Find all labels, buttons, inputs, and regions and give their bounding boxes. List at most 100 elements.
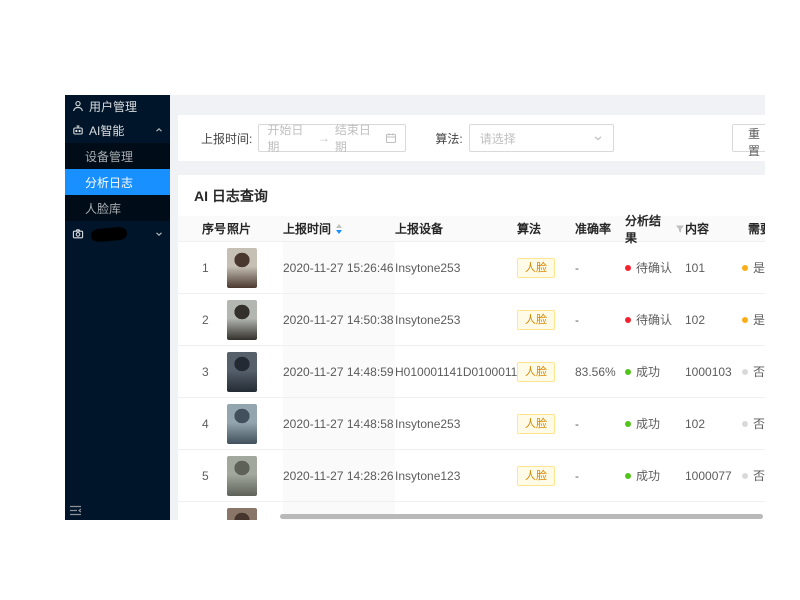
filter-funnel-icon[interactable]: [675, 224, 685, 234]
redacted-label: [90, 225, 128, 243]
face-photo[interactable]: [227, 455, 257, 496]
sort-icons[interactable]: [336, 223, 343, 234]
algorithm-tag: 人脸: [517, 257, 555, 278]
face-photo[interactable]: [227, 403, 257, 444]
table-row[interactable]: 3 2020-11-27 14:48:59 H010001141D0100011…: [178, 346, 765, 398]
need-dot: [742, 368, 748, 375]
report-time-cell: 2020-11-27 14:28:26: [283, 450, 395, 501]
row-number: 2: [202, 312, 209, 327]
sidebar-item-user-management[interactable]: 用户管理: [65, 95, 170, 117]
table-card: AI 日志查询 序号 照片 上报时间 上报设备 算法 准确率 分析结果 内容 需…: [178, 175, 765, 520]
content-cell: 102: [685, 416, 706, 431]
col-header-accuracy: 准确率: [575, 222, 612, 236]
need-text: 是: [753, 313, 765, 327]
content-cell: 102: [685, 312, 706, 327]
row-number: 3: [202, 364, 209, 379]
date-range-picker[interactable]: 开始日期 → 结束日期: [258, 123, 407, 154]
algorithm-label: 算法:: [435, 131, 463, 146]
table-body: 1 2020-11-27 15:26:46 Insytone253 人脸 - 待…: [178, 242, 765, 520]
content-cell: 1000103: [685, 364, 732, 379]
row-number: 5: [202, 468, 209, 483]
table-row[interactable]: 2 2020-11-27 14:50:38 Insytone253 人脸 - 待…: [178, 294, 765, 346]
face-photo[interactable]: [227, 507, 257, 520]
need-text: 否: [753, 469, 765, 483]
filter-bar: 上报时间: 开始日期 → 结束日期 算法: 请选择 重 置: [178, 115, 765, 161]
status-dot: [625, 264, 631, 271]
report-device-cell: H010001141D0100011560: [395, 364, 538, 379]
need-dot: [742, 316, 748, 323]
status-dot: [625, 368, 631, 375]
calendar-icon: [385, 132, 397, 144]
report-time-cell: 2020-11-27 14:48:59: [283, 346, 395, 397]
report-time-cell: 2020-11-27 15:26:46: [283, 242, 395, 293]
need-dot: [742, 264, 748, 271]
accuracy-cell: 83.56%: [575, 364, 616, 379]
row-number: 4: [202, 416, 209, 431]
col-header-need-confirm: 需要确认: [748, 222, 765, 236]
reset-button[interactable]: 重 置: [732, 124, 765, 158]
algorithm-tag: 人脸: [517, 309, 555, 330]
caret-up-icon: [336, 223, 343, 228]
table-row[interactable]: 5 2020-11-27 14:28:26 Insytone123 人脸 - 成…: [178, 450, 765, 502]
table-title: AI 日志查询: [194, 188, 268, 204]
table-header-row: 序号 照片 上报时间 上报设备 算法 准确率 分析结果 内容 需: [178, 214, 765, 245]
col-header-photo: 照片: [227, 222, 252, 236]
algorithm-select[interactable]: 请选择: [468, 124, 614, 152]
range-arrow-icon: →: [317, 131, 330, 145]
sidebar-item-face-library[interactable]: 人脸库: [65, 195, 170, 221]
table-row[interactable]: 1 2020-11-27 15:26:46 Insytone253 人脸 - 待…: [178, 242, 765, 294]
need-dot: [742, 420, 748, 427]
face-photo[interactable]: [227, 247, 257, 288]
end-date-placeholder: 结束日期: [334, 123, 371, 154]
need-dot: [742, 472, 748, 479]
sidebar-item-label: 用户管理: [89, 99, 138, 114]
report-device-cell: Insytone253: [395, 312, 461, 327]
menu-fold-icon[interactable]: [69, 505, 82, 516]
col-header-algorithm: 算法: [517, 222, 542, 236]
status-dot: [625, 420, 631, 427]
table-row[interactable]: 4 2020-11-27 14:48:58 Insytone253 人脸 - 成…: [178, 398, 765, 450]
status-dot: [625, 472, 631, 479]
algorithm-tag: 人脸: [517, 413, 555, 434]
chevron-up-icon: [155, 126, 163, 134]
sidebar-item-device-management[interactable]: 设备管理: [65, 143, 170, 169]
sidebar-item-label: 人脸库: [85, 201, 122, 216]
sidebar-submenu: 设备管理 分析日志 人脸库: [65, 143, 170, 221]
horizontal-scrollbar[interactable]: [280, 514, 763, 519]
result-text: 成功: [636, 417, 661, 431]
col-header-report-device: 上报设备: [395, 222, 444, 236]
caret-down-icon: [336, 229, 343, 234]
report-time-label: 上报时间:: [201, 131, 253, 146]
content-cell: 101: [685, 260, 706, 275]
content-cell: 1000077: [685, 468, 732, 483]
sidebar: 用户管理 AI智能 设备管理 分析日志 人脸库: [65, 95, 170, 520]
chevron-down-icon: [155, 230, 163, 238]
need-text: 否: [753, 417, 765, 431]
report-device-cell: Insytone253: [395, 260, 461, 275]
sidebar-item-ai[interactable]: AI智能: [65, 117, 170, 143]
algorithm-tag: 人脸: [517, 465, 555, 486]
sidebar-item-redacted[interactable]: [65, 221, 170, 247]
need-text: 否: [753, 365, 765, 379]
face-photo[interactable]: [227, 299, 257, 340]
result-text: 成功: [636, 365, 661, 379]
result-text: 待确认: [636, 261, 673, 275]
result-text: 待确认: [636, 313, 673, 327]
report-time-cell: 2020-11-27 14:50:38: [283, 294, 395, 345]
sidebar-item-label: 分析日志: [85, 175, 134, 190]
algorithm-tag: 人脸: [517, 361, 555, 382]
result-text: 成功: [636, 469, 661, 483]
col-header-analysis-result: 分析结果: [625, 212, 685, 246]
col-header-report-time[interactable]: 上报时间: [283, 220, 395, 237]
accuracy-cell: -: [575, 260, 579, 275]
report-device-cell: Insytone123: [395, 468, 461, 483]
chevron-down-icon: [593, 133, 603, 143]
sidebar-item-analysis-log[interactable]: 分析日志: [65, 169, 170, 195]
accuracy-cell: -: [575, 416, 579, 431]
camera-icon: [72, 228, 84, 240]
sidebar-item-label: AI智能: [89, 123, 125, 138]
user-icon: [72, 100, 84, 112]
accuracy-cell: -: [575, 312, 579, 327]
face-photo[interactable]: [227, 351, 257, 392]
col-header-no: 序号: [202, 222, 227, 236]
